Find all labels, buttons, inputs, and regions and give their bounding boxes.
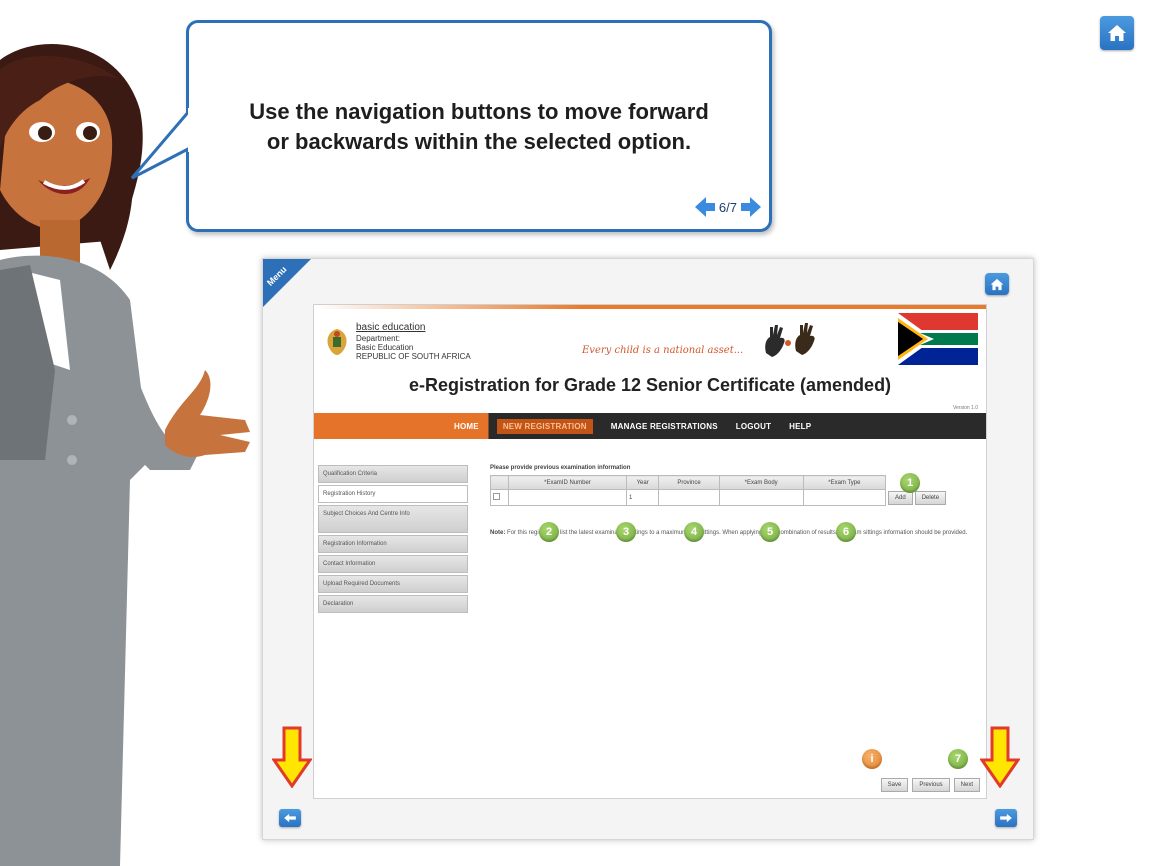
delete-button[interactable]: Delete xyxy=(914,491,947,505)
nav-home[interactable]: HOME xyxy=(454,422,479,431)
web-page: basic education Department: Basic Educat… xyxy=(313,304,987,799)
bubble-tail xyxy=(130,108,192,180)
down-arrow-icon xyxy=(272,726,312,788)
forward-button[interactable] xyxy=(995,809,1017,827)
form-navigation: Save Previous Next xyxy=(880,778,980,792)
sidebar-item-declaration[interactable]: Declaration xyxy=(318,595,468,613)
coat-of-arms-icon xyxy=(327,329,347,355)
badge-3: 3 xyxy=(616,522,636,542)
bubble-navigation: 6/7 xyxy=(693,195,763,219)
exam-body-select[interactable] xyxy=(718,489,804,506)
add-button[interactable]: Add xyxy=(888,491,913,505)
logo-title: basic education xyxy=(356,322,426,333)
sidebar-item-qualification-criteria[interactable]: Qualification Criteria xyxy=(318,465,468,483)
note-label: Note: xyxy=(490,530,506,536)
home-icon xyxy=(990,278,1004,290)
exam-type-select[interactable] xyxy=(802,489,887,506)
sidebar-item-subject-choices[interactable]: Subject Choices And Centre Info xyxy=(318,505,468,533)
bubble-line-2: or backwards within the selected option. xyxy=(266,129,692,154)
arrow-left-icon[interactable] xyxy=(693,195,717,219)
slogan: Every child is a national asset... xyxy=(582,345,744,356)
column-header: *Exam Body xyxy=(718,475,804,490)
form-prompt: Please provide previous examination info… xyxy=(490,465,631,471)
handprints-logo xyxy=(765,323,815,357)
table-actions: Add Delete xyxy=(888,491,947,505)
logo-line-1: Department: xyxy=(356,334,401,343)
badge-5: 5 xyxy=(760,522,780,542)
logo-line-3: REPUBLIC OF SOUTH AFRICA xyxy=(356,352,471,361)
top-accent-line xyxy=(314,305,986,309)
sidebar-item-registration-history[interactable]: Registration History xyxy=(318,485,468,503)
arrow-right-icon[interactable] xyxy=(739,195,763,219)
bubble-line-1: Use the navigation buttons to move forwa… xyxy=(249,99,709,124)
badge-2: 2 xyxy=(539,522,559,542)
column-header: *Exam Type xyxy=(802,475,887,490)
page-title: e-Registration for Grade 12 Senior Certi… xyxy=(408,375,892,395)
note-text: Note: For this registration list the lat… xyxy=(490,528,974,539)
frame-home-button[interactable] xyxy=(985,273,1009,295)
sidebar-item-contact-information[interactable]: Contact Information xyxy=(318,555,468,573)
exam-table: *ExamID Number Year Province *Exam Body … xyxy=(490,475,887,506)
nav-help[interactable]: HELP xyxy=(789,422,811,431)
table-row: 1 xyxy=(490,489,887,506)
row-checkbox-cell[interactable] xyxy=(490,489,509,506)
main-navbar: HOME NEW REGISTRATION MANAGE REGISTRATIO… xyxy=(314,413,986,439)
sidebar-item-registration-information[interactable]: Registration Information xyxy=(318,535,468,553)
south-africa-flag xyxy=(898,313,978,365)
dbe-logo: basic education Department: Basic Educat… xyxy=(324,323,471,361)
nav-new-registration[interactable]: NEW REGISTRATION xyxy=(496,418,593,434)
step-counter: 6/7 xyxy=(718,199,737,215)
arrow-right-icon xyxy=(1000,813,1012,823)
screenshot-frame: Menu basic education Department: Basic E… xyxy=(262,258,1034,840)
bubble-message: Use the navigation buttons to move forwa… xyxy=(189,97,769,157)
home-button[interactable] xyxy=(1100,16,1134,50)
logo-line-2: Basic Education xyxy=(356,343,414,352)
sidebar-item-upload-documents[interactable]: Upload Required Documents xyxy=(318,575,468,593)
next-button[interactable]: Next xyxy=(953,778,980,792)
badge-1: 1 xyxy=(900,473,920,493)
menu-ribbon[interactable]: Menu xyxy=(263,259,311,307)
back-button[interactable] xyxy=(279,809,301,827)
nav-logout[interactable]: LOGOUT xyxy=(736,422,771,431)
note-body: For this registration list the latest ex… xyxy=(507,530,968,536)
province-select[interactable] xyxy=(658,489,720,506)
speech-bubble: Use the navigation buttons to move forwa… xyxy=(186,20,772,232)
previous-button[interactable]: Previous xyxy=(912,778,950,792)
badge-4: 4 xyxy=(684,522,704,542)
badge-7: 7 xyxy=(948,749,968,769)
down-arrow-icon xyxy=(980,726,1020,788)
badge-6: 6 xyxy=(836,522,856,542)
tutorial-stage: Use the navigation buttons to move forwa… xyxy=(0,0,1152,866)
exam-id-input[interactable] xyxy=(508,489,627,506)
registration-sidebar: Qualification Criteria Registration Hist… xyxy=(318,465,468,615)
column-header: *ExamID Number xyxy=(508,475,627,490)
badge-info: i xyxy=(862,749,882,769)
column-header: Province xyxy=(658,475,720,490)
column-header: Year xyxy=(625,475,660,490)
version-label: Version 1.0 xyxy=(952,405,978,411)
arrow-left-icon xyxy=(284,813,296,823)
checkbox-column-header xyxy=(490,475,509,490)
home-icon xyxy=(1108,25,1126,41)
year-input[interactable]: 1 xyxy=(625,489,660,506)
nav-manage-registrations[interactable]: MANAGE REGISTRATIONS xyxy=(611,422,718,431)
save-button[interactable]: Save xyxy=(880,778,909,792)
